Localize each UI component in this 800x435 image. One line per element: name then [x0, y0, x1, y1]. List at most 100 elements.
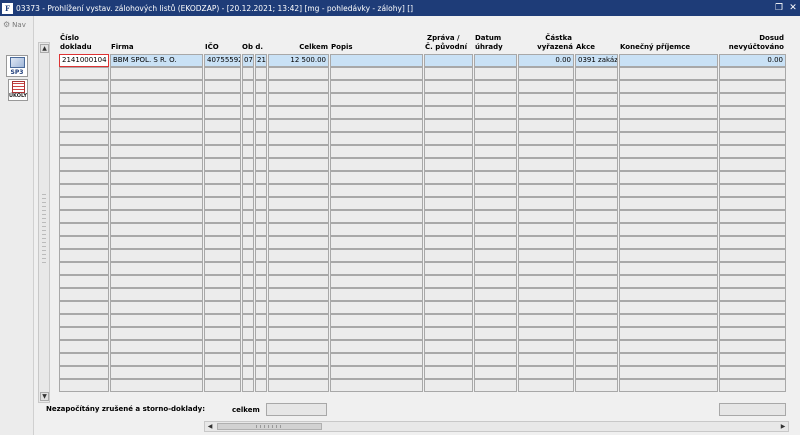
cell-dosud-nevyuctovano[interactable] — [719, 327, 786, 340]
cell-dosud-nevyuctovano[interactable] — [719, 80, 786, 93]
cell-popis[interactable] — [330, 353, 423, 366]
cell-obdobi-mesic[interactable] — [242, 236, 254, 249]
cell-cislo-dokladu[interactable] — [59, 379, 109, 392]
cell-konecny-prijemce[interactable] — [619, 379, 718, 392]
cell-obdobi-rok[interactable] — [255, 210, 267, 223]
cell-obdobi-mesic[interactable] — [242, 119, 254, 132]
cell-datum-uhrady[interactable] — [474, 184, 517, 197]
cell-akce[interactable]: 0391 zakázi — [575, 54, 618, 67]
cell-dosud-nevyuctovano[interactable] — [719, 184, 786, 197]
cell-konecny-prijemce[interactable] — [619, 119, 718, 132]
cell-zprava[interactable] — [424, 132, 473, 145]
cell-konecny-prijemce[interactable] — [619, 353, 718, 366]
cell-dosud-nevyuctovano[interactable] — [719, 171, 786, 184]
table-row[interactable] — [0, 353, 800, 366]
cell-zprava[interactable] — [424, 275, 473, 288]
cell-datum-uhrady[interactable] — [474, 132, 517, 145]
cell-obdobi-mesic[interactable] — [242, 366, 254, 379]
cell-celkem[interactable] — [268, 171, 329, 184]
cell-akce[interactable] — [575, 106, 618, 119]
cell-firma[interactable] — [110, 197, 203, 210]
cell-castka-vyrazena[interactable] — [518, 262, 574, 275]
cell-zprava[interactable] — [424, 262, 473, 275]
cell-popis[interactable] — [330, 288, 423, 301]
cell-celkem[interactable] — [268, 67, 329, 80]
cell-firma[interactable] — [110, 236, 203, 249]
cell-obdobi-mesic[interactable] — [242, 132, 254, 145]
cell-datum-uhrady[interactable] — [474, 67, 517, 80]
cell-cislo-dokladu[interactable] — [59, 314, 109, 327]
cell-popis[interactable] — [330, 132, 423, 145]
cell-celkem[interactable] — [268, 379, 329, 392]
cell-castka-vyrazena[interactable] — [518, 340, 574, 353]
cell-cislo-dokladu[interactable] — [59, 210, 109, 223]
cell-cislo-dokladu[interactable] — [59, 275, 109, 288]
cell-obdobi-rok[interactable] — [255, 80, 267, 93]
cell-celkem[interactable] — [268, 327, 329, 340]
cell-dosud-nevyuctovano[interactable] — [719, 340, 786, 353]
cell-dosud-nevyuctovano[interactable] — [719, 301, 786, 314]
cell-castka-vyrazena[interactable] — [518, 119, 574, 132]
cell-akce[interactable] — [575, 80, 618, 93]
cell-akce[interactable] — [575, 171, 618, 184]
cell-firma[interactable] — [110, 145, 203, 158]
header-datum-uhrady[interactable]: Datum úhrady — [475, 34, 503, 52]
cell-ico[interactable] — [204, 327, 241, 340]
cell-popis[interactable] — [330, 119, 423, 132]
cell-ico[interactable] — [204, 171, 241, 184]
cell-castka-vyrazena[interactable] — [518, 171, 574, 184]
cell-ico[interactable] — [204, 353, 241, 366]
cell-celkem[interactable] — [268, 262, 329, 275]
cell-obdobi-rok[interactable] — [255, 353, 267, 366]
cell-firma[interactable] — [110, 275, 203, 288]
cell-cislo-dokladu[interactable] — [59, 106, 109, 119]
cell-firma[interactable] — [110, 93, 203, 106]
cell-datum-uhrady[interactable] — [474, 236, 517, 249]
cell-celkem[interactable] — [268, 106, 329, 119]
header-firma[interactable]: Firma — [111, 43, 134, 52]
cell-obdobi-mesic[interactable] — [242, 171, 254, 184]
cell-firma[interactable] — [110, 106, 203, 119]
cell-castka-vyrazena[interactable] — [518, 327, 574, 340]
cell-zprava[interactable] — [424, 184, 473, 197]
cell-datum-uhrady[interactable] — [474, 54, 517, 67]
cell-celkem[interactable] — [268, 301, 329, 314]
cell-zprava[interactable] — [424, 54, 473, 67]
cell-obdobi-rok[interactable] — [255, 275, 267, 288]
cell-castka-vyrazena[interactable] — [518, 275, 574, 288]
cell-celkem[interactable] — [268, 210, 329, 223]
cell-obdobi-mesic[interactable] — [242, 197, 254, 210]
cell-obdobi-rok[interactable] — [255, 288, 267, 301]
cell-dosud-nevyuctovano[interactable] — [719, 197, 786, 210]
cell-popis[interactable] — [330, 249, 423, 262]
cell-ico[interactable] — [204, 132, 241, 145]
header-cislo-dokladu[interactable]: Číslo dokladu — [60, 34, 92, 52]
table-row[interactable] — [0, 80, 800, 93]
cell-popis[interactable] — [330, 145, 423, 158]
cell-obdobi-rok[interactable] — [255, 236, 267, 249]
cell-konecny-prijemce[interactable] — [619, 67, 718, 80]
cell-zprava[interactable] — [424, 145, 473, 158]
table-row[interactable] — [0, 106, 800, 119]
cell-cislo-dokladu[interactable] — [59, 80, 109, 93]
cell-popis[interactable] — [330, 340, 423, 353]
nav-button[interactable]: ⚙ Nav — [3, 20, 26, 29]
cell-dosud-nevyuctovano[interactable] — [719, 119, 786, 132]
cell-obdobi-rok[interactable] — [255, 184, 267, 197]
table-row[interactable] — [0, 275, 800, 288]
cell-konecny-prijemce[interactable] — [619, 301, 718, 314]
cell-castka-vyrazena[interactable] — [518, 106, 574, 119]
cell-akce[interactable] — [575, 327, 618, 340]
cell-castka-vyrazena[interactable] — [518, 93, 574, 106]
cell-ico[interactable] — [204, 184, 241, 197]
cell-castka-vyrazena[interactable] — [518, 80, 574, 93]
cell-datum-uhrady[interactable] — [474, 262, 517, 275]
table-row[interactable] — [0, 158, 800, 171]
cell-ico[interactable] — [204, 340, 241, 353]
cell-datum-uhrady[interactable] — [474, 327, 517, 340]
cell-zprava[interactable] — [424, 119, 473, 132]
cell-datum-uhrady[interactable] — [474, 158, 517, 171]
cell-akce[interactable] — [575, 184, 618, 197]
cell-popis[interactable] — [330, 223, 423, 236]
cell-celkem[interactable] — [268, 158, 329, 171]
